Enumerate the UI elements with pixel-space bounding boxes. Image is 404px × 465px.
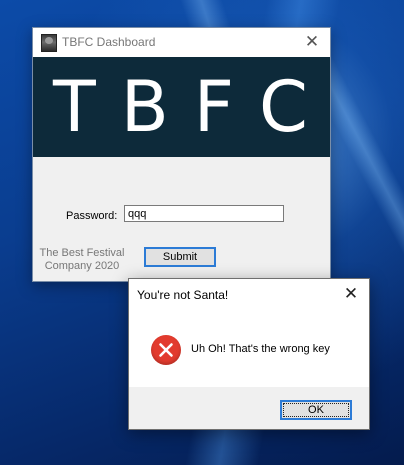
dialog-title: You're not Santa! [137, 288, 229, 302]
ok-button[interactable]: OK [280, 400, 352, 420]
password-input[interactable]: qqq [124, 205, 284, 222]
close-icon[interactable]: ✕ [300, 30, 324, 54]
dialog-close-icon[interactable]: ✕ [341, 283, 361, 305]
company-label: The Best Festival Company 2020 [39, 247, 125, 272]
error-icon [151, 335, 181, 365]
banner: TBFC [33, 57, 330, 157]
submit-button[interactable]: Submit [144, 247, 216, 267]
window-title: TBFC Dashboard [62, 35, 156, 49]
dialog-footer: OK [129, 387, 369, 429]
dashboard-window: TBFC Dashboard ✕ TBFC Password: qqq The … [32, 27, 331, 282]
password-label: Password: [66, 210, 118, 222]
banner-logo-text: TBFC [53, 66, 333, 148]
app-icon [41, 34, 57, 52]
error-dialog: You're not Santa! ✕ Uh Oh! That's the wr… [128, 278, 370, 430]
title-bar[interactable]: TBFC Dashboard ✕ [33, 28, 330, 57]
dialog-message: Uh Oh! That's the wrong key [191, 343, 330, 355]
